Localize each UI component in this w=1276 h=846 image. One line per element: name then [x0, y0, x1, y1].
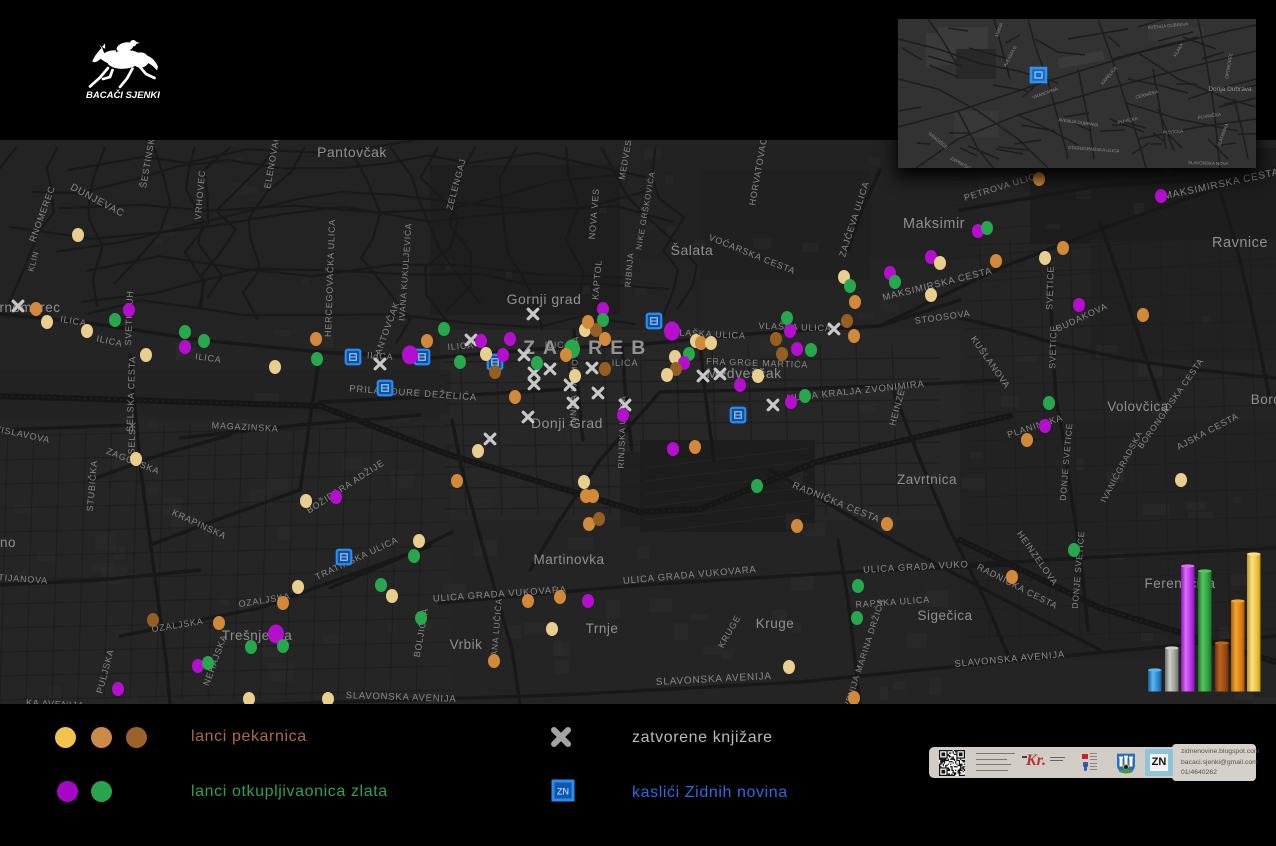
svg-text:Volovčica: Volovčica — [1107, 399, 1169, 414]
svg-text:Martinovka: Martinovka — [533, 552, 604, 567]
svg-text:ILICA: ILICA — [612, 358, 639, 368]
svg-text:Zavrtnica: Zavrtnica — [897, 472, 957, 487]
svg-text:SVETICE: SVETICE — [1047, 325, 1059, 369]
svg-text:Trnje: Trnje — [586, 621, 619, 636]
svg-text:Kruge: Kruge — [756, 616, 795, 631]
svg-text:SVETI DUH: SVETI DUH — [123, 290, 135, 346]
svg-text:Sigečica: Sigečica — [917, 608, 972, 623]
svg-text:Ravnice: Ravnice — [1212, 235, 1268, 251]
svg-text:Boro: Boro — [1251, 392, 1276, 407]
svg-text:Pantovčak: Pantovčak — [317, 144, 387, 160]
svg-text:Gornji grad: Gornji grad — [507, 291, 582, 307]
svg-text:ILICA: ILICA — [367, 350, 394, 362]
svg-text:no: no — [0, 535, 16, 550]
svg-text:Vrbik: Vrbik — [450, 637, 483, 652]
svg-text:SLAVONSKA: SLAVONSKA — [1188, 160, 1215, 166]
svg-text:SELSK: SELSK — [126, 421, 137, 454]
svg-text:Donja Dubrava: Donja Dubrava — [1208, 86, 1252, 93]
svg-text:Donji Grad: Donji Grad — [531, 415, 603, 431]
svg-text:Maksimir: Maksimir — [903, 216, 965, 232]
svg-text:SVETICE: SVETICE — [1044, 266, 1056, 310]
svg-text:ZN: ZN — [557, 787, 569, 797]
svg-text:Šalata: Šalata — [671, 242, 714, 258]
svg-text:ZAGREB: ZAGREB — [523, 337, 653, 359]
svg-text:NOVA: NOVA — [1216, 161, 1228, 166]
